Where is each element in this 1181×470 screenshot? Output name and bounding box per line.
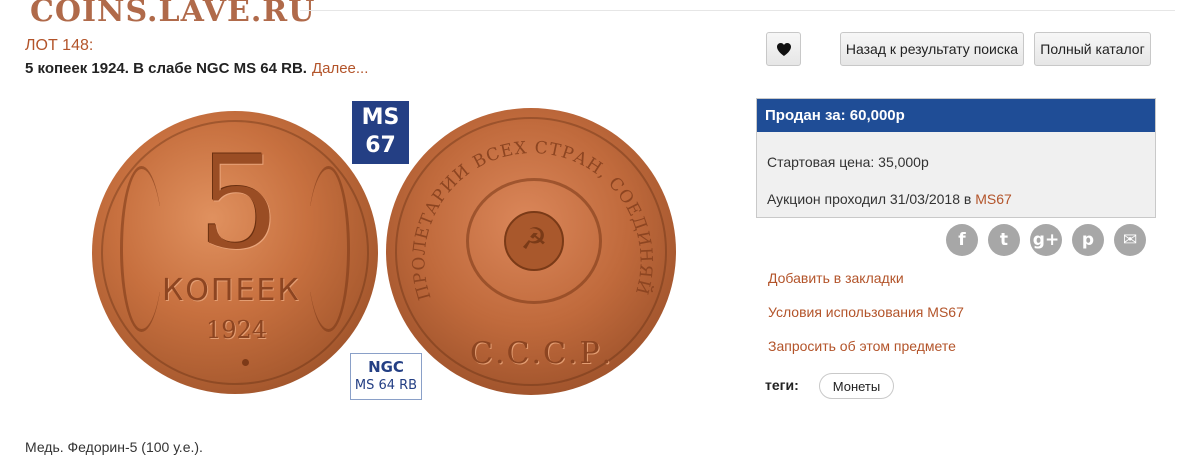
tag-coins[interactable]: Монеты (819, 373, 894, 399)
terms-link[interactable]: Условия использования MS67 (768, 304, 964, 320)
mint-dot (242, 359, 249, 366)
coin-reverse: ПРОЛЕТАРИИ ВСЕХ СТРАН, СОЕДИНЯЙТЕСЬ! ☭ С… (386, 108, 676, 395)
tags-label: теги: (765, 377, 799, 393)
obverse-denomination: 5 (198, 129, 280, 278)
coin-obverse: 5 КОПЕЕК 1924 (92, 111, 378, 394)
auction-date-text: Аукцион проходил 31/03/2018 в (767, 191, 976, 207)
ms67-logo: MS 67 (352, 101, 409, 164)
more-link[interactable]: Далее... (312, 60, 368, 77)
facebook-icon[interactable]: f (946, 224, 978, 256)
state-emblem: ☭ (466, 178, 602, 304)
lot-description: Медь. Федорин-5 (100 у.е.). (25, 439, 203, 455)
sold-price: Продан за: 60,000р (757, 99, 1155, 132)
google-plus-icon[interactable]: g+ (1030, 224, 1062, 256)
reverse-country: С.С.С.Р. (470, 336, 614, 371)
lot-title-text: 5 копеек 1924. В слабе NGC MS 64 RB. (25, 60, 307, 77)
ngc-label: NGC MS 64 RB (350, 353, 422, 400)
wreath-left (120, 166, 163, 332)
favorite-button[interactable] (766, 32, 801, 66)
ngc-grade: MS 64 RB (354, 378, 418, 393)
obverse-year: 1924 (206, 316, 268, 344)
twitter-icon[interactable]: t (988, 224, 1020, 256)
start-price: Стартовая цена: 35,000р (767, 154, 929, 170)
auction-info: Аукцион проходил 31/03/2018 в MS67 (767, 191, 1012, 207)
auction-house-link[interactable]: MS67 (975, 191, 1012, 207)
heart-icon (776, 42, 791, 56)
back-to-results-button[interactable]: Назад к результату поиска (840, 32, 1024, 66)
site-watermark: COINS.LAVE.RU (30, 0, 316, 29)
obverse-word: КОПЕЕК (162, 273, 301, 308)
lot-title: 5 копеек 1924. В слабе NGC MS 64 RB. Дале… (25, 60, 368, 77)
bookmark-link[interactable]: Добавить в закладки (768, 270, 904, 286)
lot-number: ЛОТ 148: (25, 37, 94, 54)
ms-badge-line2: 67 (365, 133, 396, 158)
sale-info-panel: Продан за: 60,000р Стартовая цена: 35,00… (756, 98, 1156, 218)
hammer-sickle-icon: ☭ (504, 211, 564, 271)
pinterest-icon[interactable]: p (1072, 224, 1104, 256)
full-catalog-button[interactable]: Полный каталог (1034, 32, 1151, 66)
email-icon[interactable]: ✉ (1114, 224, 1146, 256)
wreath-right (307, 166, 350, 332)
inquire-link[interactable]: Запросить об этом предмете (768, 338, 956, 354)
top-divider (300, 10, 1175, 11)
ngc-brand: NGC (368, 358, 404, 376)
ms-badge-line1: MS (361, 105, 400, 130)
lot-photo[interactable]: 5 КОПЕЕК 1924 ПРОЛЕТАРИИ ВСЕХ СТРАН, СОЕ… (80, 98, 683, 403)
